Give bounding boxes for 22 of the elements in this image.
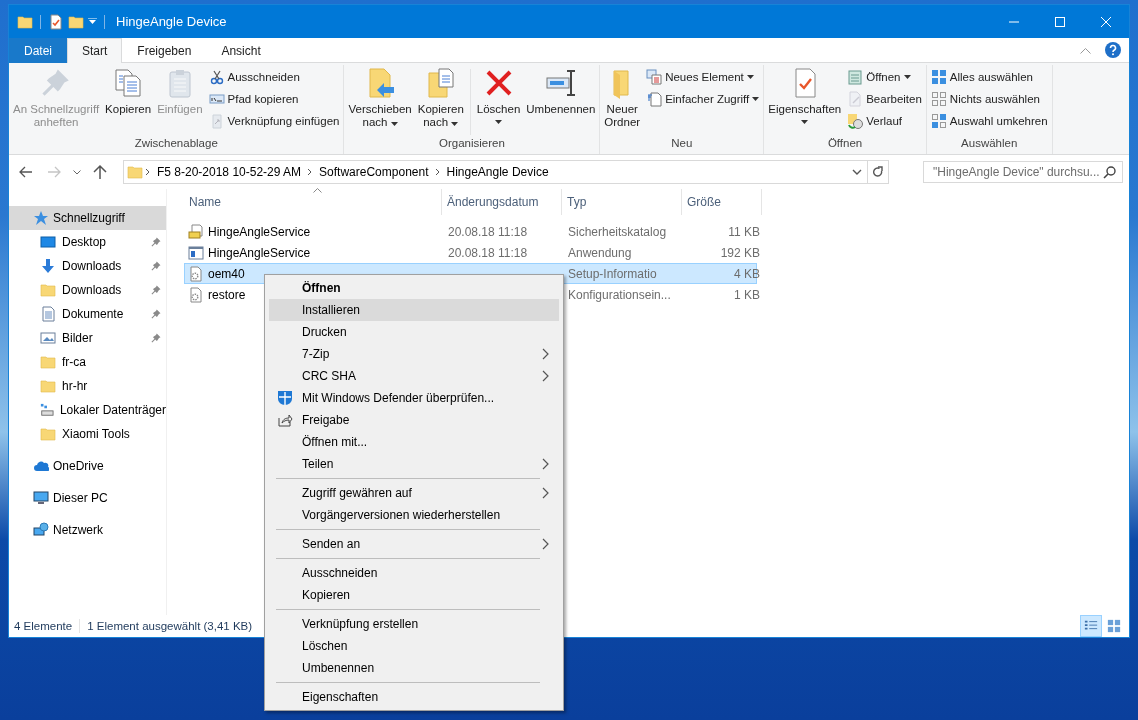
group-label: Zwischenablage [133, 137, 219, 151]
table-cell: 1 KB [734, 287, 760, 302]
table-cell: Konfigurationsein... [568, 287, 671, 302]
table-cell: Sicherheitskatalog [568, 224, 667, 239]
table-cell: 20.08.18 11:18 [448, 224, 528, 239]
table-cell: 192 KB [720, 245, 760, 260]
table-cell: 4 KB [734, 266, 760, 281]
group-label: Organisieren [437, 137, 506, 151]
table-cell: 20.08.18 11:18 [448, 245, 528, 260]
item-count: 4 Elemente [14, 620, 73, 632]
table-cell: 11 KB [728, 224, 760, 239]
selection-info: 1 Element ausgewählt (3,41 KB) [87, 620, 253, 632]
file-name: HingeAngleService [208, 224, 311, 239]
table-cell: Setup-Informatio [568, 266, 657, 281]
group-label: Neu [670, 137, 694, 151]
file-name: restore [208, 287, 246, 302]
group-label: Auswählen [960, 137, 1019, 151]
file-name: HingeAngleService [208, 245, 311, 260]
table-cell: Anwendung [568, 245, 632, 260]
window-title: HingeAngle Device [116, 14, 228, 29]
file-name: oem40 [208, 266, 245, 281]
group-label: Öffnen [826, 137, 864, 151]
